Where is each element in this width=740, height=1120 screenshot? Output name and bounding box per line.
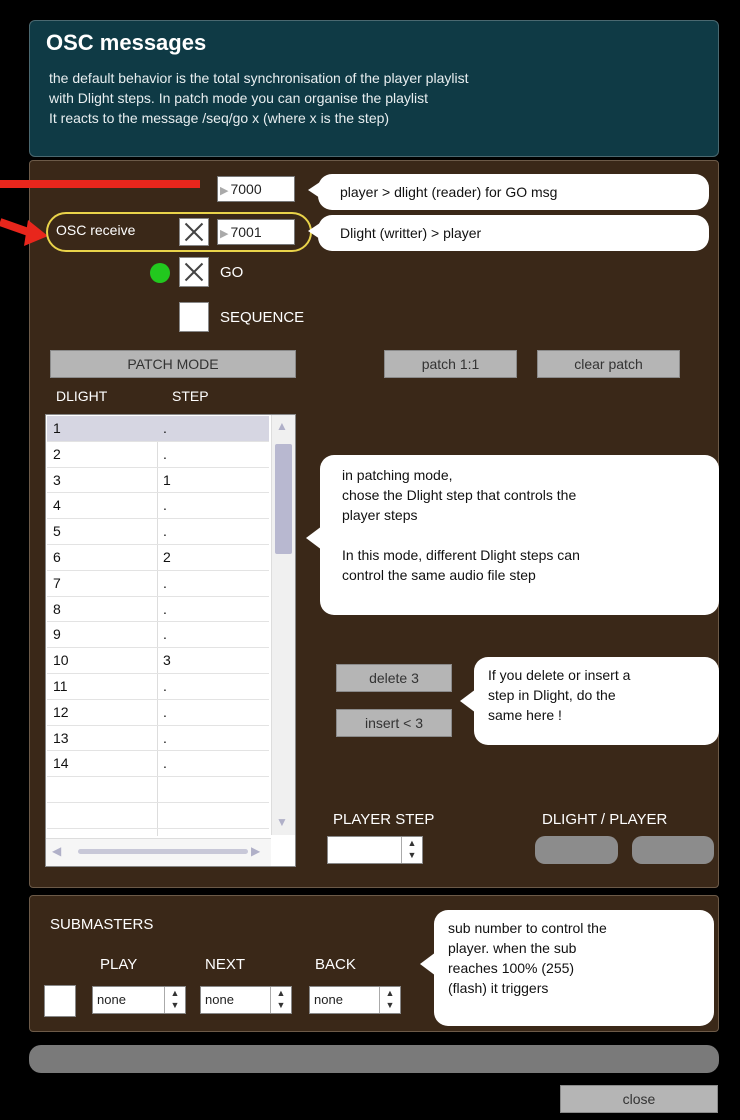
table-row[interactable]: 12. bbox=[47, 700, 269, 726]
table-row[interactable]: 8. bbox=[47, 597, 269, 623]
table-row[interactable]: 9. bbox=[47, 622, 269, 649]
osc-receive-label: OSC receive bbox=[56, 222, 136, 238]
table-row[interactable] bbox=[47, 777, 269, 803]
next-submaster-select[interactable]: none ▲ ▼ bbox=[200, 986, 292, 1014]
spinner-arrows-icon[interactable]: ▲ ▼ bbox=[270, 987, 291, 1013]
cell-dlight: 10 bbox=[53, 652, 69, 669]
spinner-arrows-icon[interactable]: ▲ ▼ bbox=[401, 837, 422, 863]
cell-step: 3 bbox=[163, 652, 171, 669]
cell-dlight: 12 bbox=[53, 703, 69, 720]
submaster-enable-checkbox[interactable] bbox=[44, 985, 76, 1017]
cell-step: . bbox=[163, 755, 167, 772]
spinner-arrows-icon[interactable]: ▲ ▼ bbox=[164, 987, 185, 1013]
scroll-right-arrow-icon[interactable]: ▶ bbox=[251, 844, 260, 858]
table-row[interactable]: 1. bbox=[47, 416, 269, 442]
player-step-spinner[interactable]: ▲ ▼ bbox=[327, 836, 423, 864]
cell-dlight: 3 bbox=[53, 471, 61, 488]
table-row[interactable]: 13. bbox=[47, 726, 269, 752]
table-row[interactable]: 10 3 bbox=[47, 648, 269, 674]
cell-dlight: 8 bbox=[53, 600, 61, 617]
progress-bar bbox=[29, 1045, 719, 1073]
header-line: the default behavior is the total synchr… bbox=[49, 70, 469, 86]
panel-title: OSC messages bbox=[46, 30, 207, 55]
clear-patch-button[interactable]: clear patch bbox=[537, 350, 680, 378]
back-label: BACK bbox=[315, 956, 356, 973]
patch-1-1-button[interactable]: patch 1:1 bbox=[384, 350, 517, 378]
column-header-step: STEP bbox=[172, 388, 209, 404]
table-row[interactable]: 31 bbox=[47, 468, 269, 494]
cell-step: . bbox=[163, 574, 167, 591]
horizontal-scroll-thumb[interactable] bbox=[78, 849, 248, 854]
receive-port-help-bubble: Dlight (writter) > player bbox=[318, 215, 709, 251]
cell-dlight: 14 bbox=[53, 755, 69, 772]
osc-receive-port-input[interactable]: ▶ 7001 bbox=[217, 219, 295, 245]
go-checkbox[interactable] bbox=[179, 257, 209, 287]
header-description: the default behavior is the total synchr… bbox=[49, 68, 709, 128]
send-port-help-bubble: player > dlight (reader) for GO msg bbox=[318, 174, 709, 210]
submasters-help-bubble: sub number to control the player. when t… bbox=[434, 910, 714, 1026]
table-row[interactable]: 7. bbox=[47, 571, 269, 597]
sequence-label: SEQUENCE bbox=[220, 309, 305, 326]
cell-step: 1 bbox=[163, 471, 171, 488]
sequence-checkbox[interactable] bbox=[179, 302, 209, 332]
scroll-down-arrow-icon[interactable]: ▼ bbox=[276, 815, 288, 829]
table-row[interactable]: 5. bbox=[47, 519, 269, 545]
table-row[interactable]: 11. bbox=[47, 674, 269, 700]
table-row[interactable]: 62 bbox=[47, 545, 269, 571]
play-label: PLAY bbox=[100, 956, 138, 973]
go-indicator-led bbox=[150, 263, 170, 283]
patching-help-bubble: in patching mode, chose the Dlight step … bbox=[320, 455, 719, 615]
dlight-player-label: DLIGHT / PLAYER bbox=[542, 811, 668, 828]
dlight-indicator bbox=[535, 836, 618, 864]
patch-mode-button[interactable]: PATCH MODE bbox=[50, 350, 296, 378]
back-submaster-select[interactable]: none ▲ ▼ bbox=[309, 986, 401, 1014]
cell-dlight: 2 bbox=[53, 445, 61, 462]
cell-step: . bbox=[163, 523, 167, 540]
cell-dlight: 6 bbox=[53, 548, 61, 565]
header-line: It reacts to the message /seq/go x (wher… bbox=[49, 110, 390, 126]
cell-step: . bbox=[163, 677, 167, 694]
close-button[interactable]: close bbox=[560, 1085, 718, 1113]
osc-send-port-input[interactable]: ▶ 7000 bbox=[217, 176, 295, 202]
spinner-arrows-icon[interactable]: ▲ ▼ bbox=[379, 987, 400, 1013]
cell-dlight: 7 bbox=[53, 574, 61, 591]
delete-step-button[interactable]: delete 3 bbox=[336, 664, 452, 692]
cell-dlight: 11 bbox=[53, 677, 68, 694]
go-label: GO bbox=[220, 264, 244, 281]
cell-dlight: 4 bbox=[53, 497, 61, 514]
red-arrow-2 bbox=[0, 218, 48, 246]
cell-step: 2 bbox=[163, 548, 171, 565]
vertical-scroll-thumb[interactable] bbox=[275, 444, 292, 554]
cell-dlight: 9 bbox=[53, 626, 61, 643]
cell-dlight: 1 bbox=[53, 420, 61, 436]
header-line: with Dlight steps. In patch mode you can… bbox=[49, 90, 428, 106]
player-step-label: PLAYER STEP bbox=[333, 811, 435, 828]
cell-step: . bbox=[163, 445, 167, 462]
patch-table[interactable]: 1. 2. 31 4. 5. 62 7. 8. 9. 10 3 11. 12. 1… bbox=[45, 414, 296, 867]
column-header-dlight: DLIGHT bbox=[56, 388, 108, 404]
table-row[interactable]: 2. bbox=[47, 442, 269, 468]
scroll-left-arrow-icon[interactable]: ◀ bbox=[52, 844, 61, 858]
cell-step: . bbox=[163, 729, 167, 746]
osc-receive-checkbox[interactable] bbox=[179, 218, 209, 246]
insert-step-button[interactable]: insert < 3 bbox=[336, 709, 452, 737]
submasters-title: SUBMASTERS bbox=[50, 916, 154, 933]
scroll-up-arrow-icon[interactable]: ▲ bbox=[276, 419, 288, 433]
table-row[interactable]: 4. bbox=[47, 493, 269, 520]
cell-step: . bbox=[163, 703, 167, 720]
cell-step: . bbox=[163, 600, 167, 617]
player-indicator bbox=[632, 836, 714, 864]
cell-dlight: 13 bbox=[53, 729, 69, 746]
cell-step: . bbox=[163, 420, 167, 436]
delete-insert-help-bubble: If you delete or insert a step in Dlight… bbox=[474, 657, 719, 745]
table-row[interactable]: 14. bbox=[47, 751, 269, 778]
red-arrow-1 bbox=[0, 180, 200, 188]
table-row[interactable] bbox=[47, 803, 269, 829]
play-submaster-select[interactable]: none ▲ ▼ bbox=[92, 986, 186, 1014]
cell-step: . bbox=[163, 626, 167, 643]
cell-step: . bbox=[163, 497, 167, 514]
cell-dlight: 5 bbox=[53, 523, 61, 540]
next-label: NEXT bbox=[205, 956, 246, 973]
patch-table-body: 1. 2. 31 4. 5. 62 7. 8. 9. 10 3 11. 12. 1… bbox=[47, 416, 269, 854]
